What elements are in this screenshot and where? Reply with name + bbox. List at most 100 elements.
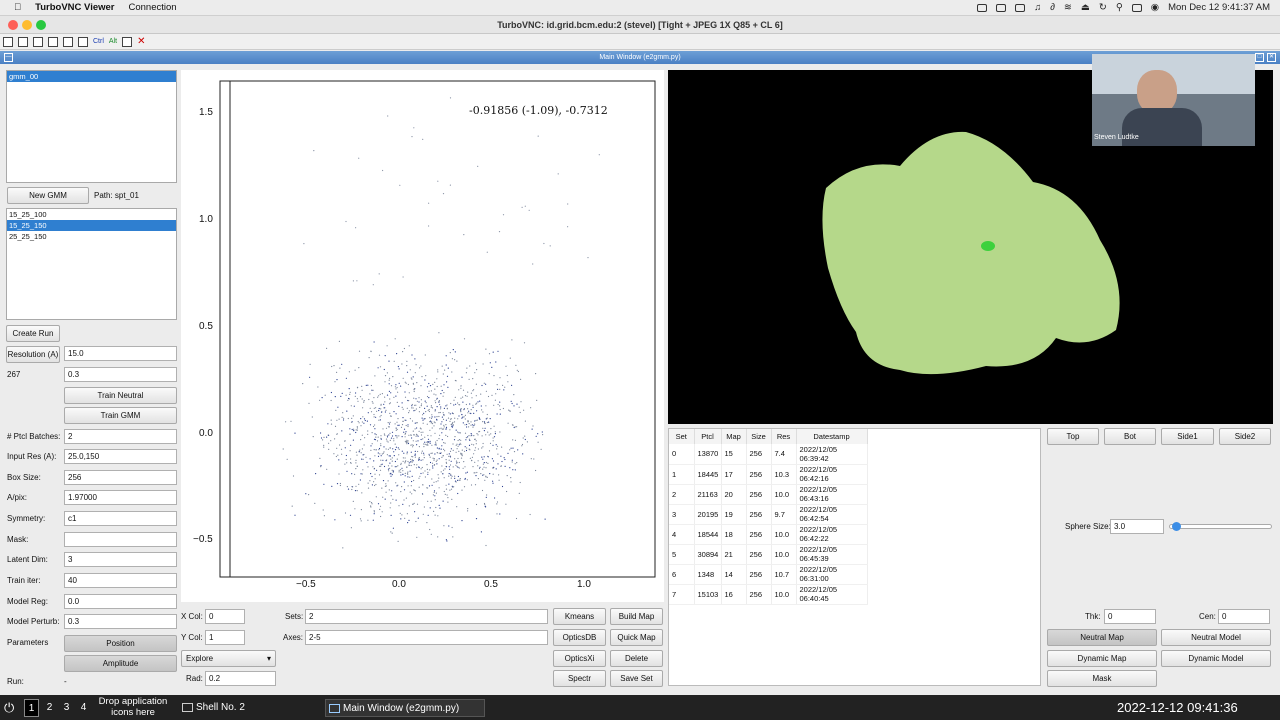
model-reg-field[interactable]: 0.0 <box>64 594 177 609</box>
disconnect-icon[interactable]: ✕ <box>137 36 145 47</box>
col-header[interactable]: Datestamp <box>796 429 868 444</box>
list-item[interactable]: 15_25_150 <box>7 220 176 231</box>
mask-field[interactable] <box>64 532 177 547</box>
siri-icon[interactable]: ◉ <box>1151 2 1159 13</box>
save-set-button[interactable]: Save Set <box>610 670 663 687</box>
maximize-icon[interactable]: □ <box>1255 53 1264 62</box>
view-bot-button[interactable]: Bot <box>1104 428 1156 445</box>
model-perturb-field[interactable]: 0.3 <box>64 614 177 629</box>
resolution-field[interactable]: 15.0 <box>64 346 177 361</box>
col-header[interactable]: Res <box>771 429 797 444</box>
sphere-size-slider[interactable] <box>1169 522 1272 531</box>
run-list[interactable]: 15_25_100 15_25_150 25_25_150 <box>6 208 177 320</box>
dynamic-model-button[interactable]: Dynamic Model <box>1161 650 1271 667</box>
table-row[interactable]: 2 21163 20 256 10.0 2022/12/05 06:43:16 <box>669 484 868 505</box>
window-close-icon[interactable]: ✕ <box>1267 53 1276 62</box>
sets-field[interactable]: 2 <box>305 609 548 624</box>
control-center-icon[interactable] <box>1131 3 1142 12</box>
col-header[interactable]: Map <box>721 429 747 444</box>
view-side1-button[interactable]: Side1 <box>1161 428 1214 445</box>
cen-spinbox[interactable]: 0 <box>1218 609 1270 624</box>
list-item[interactable]: 15_25_100 <box>7 209 176 220</box>
list-item[interactable]: 25_25_150 <box>7 231 176 242</box>
neutral-model-button[interactable]: Neutral Model <box>1161 629 1271 646</box>
box-size-field[interactable]: 256 <box>64 470 177 485</box>
table-row[interactable]: 3 20195 19 256 9.7 2022/12/05 06:42:54 <box>669 504 868 525</box>
symmetry-field[interactable]: c1 <box>64 511 177 526</box>
workspace-2[interactable]: 2 <box>42 699 57 717</box>
app-menu[interactable]: TurboVNC Viewer <box>35 2 114 13</box>
ctrl-key[interactable]: Ctrl <box>93 38 104 45</box>
wifi-icon[interactable]: ≋ <box>1064 2 1072 13</box>
table-row[interactable]: 7 15103 16 256 10.0 2022/12/05 06:40:45 <box>669 584 868 605</box>
build-map-button[interactable]: Build Map <box>610 608 663 625</box>
ptcl-batches-field[interactable]: 2 <box>64 429 177 444</box>
refresh-icon[interactable] <box>48 36 58 47</box>
options-icon[interactable] <box>3 36 13 47</box>
table-row[interactable]: 1 18445 17 256 10.3 2022/12/05 06:42:16 <box>669 464 868 485</box>
fullscreen-icon[interactable] <box>33 36 43 47</box>
slider-handle[interactable] <box>1172 522 1181 531</box>
spectr-button[interactable]: Spectr <box>553 670 606 687</box>
col-header[interactable]: Size <box>746 429 772 444</box>
axes-field[interactable]: 2-5 <box>305 630 548 645</box>
task-main-window[interactable]: Main Window (e2gmm.py) <box>325 699 485 717</box>
view-top-button[interactable]: Top <box>1047 428 1099 445</box>
scatter-svg[interactable] <box>181 70 664 602</box>
resolution-button[interactable]: Resolution (A) <box>6 346 60 363</box>
eject-icon[interactable]: ⏏ <box>1081 2 1090 13</box>
opticsdb-button[interactable]: OpticsDB <box>553 629 606 646</box>
window-icon[interactable] <box>1015 3 1026 12</box>
window-menu-icon[interactable]: — <box>4 53 13 62</box>
set-table[interactable]: Set Ptcl Map Size Res Datestamp 0 13870 15… <box>668 428 1041 686</box>
view-only-icon[interactable] <box>78 36 88 47</box>
quick-map-button[interactable]: Quick Map <box>610 629 663 646</box>
delete-button[interactable]: Delete <box>610 650 663 667</box>
neutral-map-button[interactable]: Neutral Map <box>1047 629 1157 646</box>
mask-button[interactable]: Mask <box>1047 670 1157 687</box>
headphones-icon[interactable]: ♫ <box>1034 2 1041 13</box>
train-neutral-button[interactable]: Train Neutral <box>64 387 177 404</box>
dynamic-map-button[interactable]: Dynamic Map <box>1047 650 1157 667</box>
latent-dim-field[interactable]: 3 <box>64 552 177 567</box>
ycol-spinbox[interactable]: 1 <box>205 630 245 645</box>
gmm-list[interactable]: gmm_00 <box>6 70 177 183</box>
train-gmm-button[interactable]: Train GMM <box>64 407 177 424</box>
kmeans-button[interactable]: Kmeans <box>553 608 606 625</box>
display-icon[interactable] <box>996 3 1007 12</box>
create-run-button[interactable]: Create Run <box>6 325 60 342</box>
thk-spinbox[interactable]: 0 <box>1104 609 1156 624</box>
opticsxi-button[interactable]: OpticsXi <box>553 650 606 667</box>
input-res-field[interactable]: 25.0,150 <box>64 449 177 464</box>
power-icon[interactable]: ⏻ <box>4 699 14 717</box>
search-icon[interactable]: ⚲ <box>1116 2 1123 13</box>
table-row[interactable]: 4 18544 18 256 10.0 2022/12/05 06:42:22 <box>669 524 868 545</box>
table-row[interactable]: 5 30894 21 256 10.0 2022/12/05 06:45:39 <box>669 544 868 565</box>
workspace-4[interactable]: 4 <box>76 699 91 717</box>
col-header[interactable]: Ptcl <box>694 429 722 444</box>
table-row[interactable]: 6 1348 14 256 10.7 2022/12/05 06:31:00 <box>669 564 868 585</box>
new-gmm-button[interactable]: New GMM <box>7 187 89 204</box>
mode-select[interactable]: Explore ▾ <box>181 650 276 667</box>
col-header[interactable]: Set <box>669 429 695 444</box>
task-shell[interactable]: Shell No. 2 <box>180 699 320 717</box>
list-item[interactable]: gmm_00 <box>7 71 176 82</box>
zoom-icon[interactable] <box>36 20 46 30</box>
menubar-clock[interactable]: Mon Dec 12 9:41:37 AM <box>1168 2 1270 13</box>
reconnect-icon[interactable] <box>63 36 73 47</box>
position-button[interactable]: Position <box>64 635 177 652</box>
latent-scatter-plot[interactable]: -0.91856 (-1.09), -0.7312 1.5 1.0 0.5 0.… <box>181 70 664 602</box>
sphere-size-field[interactable]: 3.0 <box>1110 519 1164 534</box>
workspace-1[interactable]: 1 <box>24 699 39 717</box>
apix-field[interactable]: 1.97000 <box>64 490 177 505</box>
connection-menu[interactable]: Connection <box>128 2 176 13</box>
workspace-3[interactable]: 3 <box>59 699 74 717</box>
transfer-icon[interactable] <box>122 36 133 47</box>
count-field[interactable]: 0.3 <box>64 367 177 382</box>
train-iter-field[interactable]: 40 <box>64 573 177 588</box>
bluetooth-icon[interactable]: ∂ <box>1050 2 1055 13</box>
rad-field[interactable]: 0.2 <box>205 671 276 686</box>
mic-icon[interactable] <box>977 3 988 12</box>
amplitude-button[interactable]: Amplitude <box>64 655 177 672</box>
xcol-spinbox[interactable]: 0 <box>205 609 245 624</box>
